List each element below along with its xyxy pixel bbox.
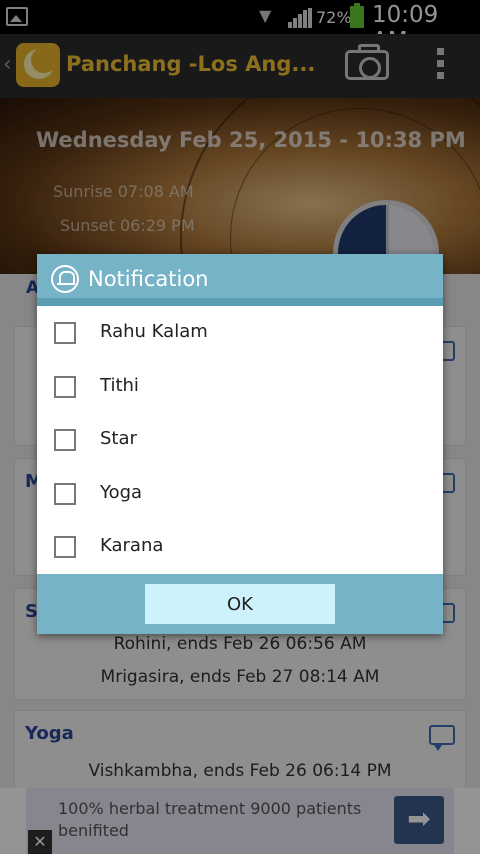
ok-button[interactable]: OK xyxy=(145,584,335,624)
option-rahu-kalam[interactable]: Rahu Kalam xyxy=(37,306,443,360)
checkbox[interactable] xyxy=(54,429,76,451)
option-star[interactable]: Star xyxy=(37,413,443,467)
notification-dialog: Notification Rahu Kalam Tithi Star Yoga … xyxy=(37,254,443,634)
option-tithi[interactable]: Tithi xyxy=(37,360,443,414)
option-label: Star xyxy=(100,428,137,449)
option-karana[interactable]: Karana xyxy=(37,520,443,574)
checkbox[interactable] xyxy=(54,482,76,505)
checkbox[interactable] xyxy=(54,322,76,344)
dialog-title: Notification xyxy=(88,267,209,291)
notification-options-list: Rahu Kalam Tithi Star Yoga Karana xyxy=(37,306,443,574)
option-label: Yoga xyxy=(100,481,143,503)
option-label: Karana xyxy=(100,535,164,556)
checkbox[interactable] xyxy=(54,375,76,398)
option-yoga[interactable]: Yoga xyxy=(37,467,443,521)
checkbox[interactable] xyxy=(54,536,76,558)
option-label: Tithi xyxy=(100,374,139,396)
option-label: Rahu Kalam xyxy=(100,321,208,342)
bell-icon xyxy=(51,265,79,293)
dialog-header: Notification xyxy=(37,254,443,306)
dialog-footer: OK xyxy=(37,574,443,634)
